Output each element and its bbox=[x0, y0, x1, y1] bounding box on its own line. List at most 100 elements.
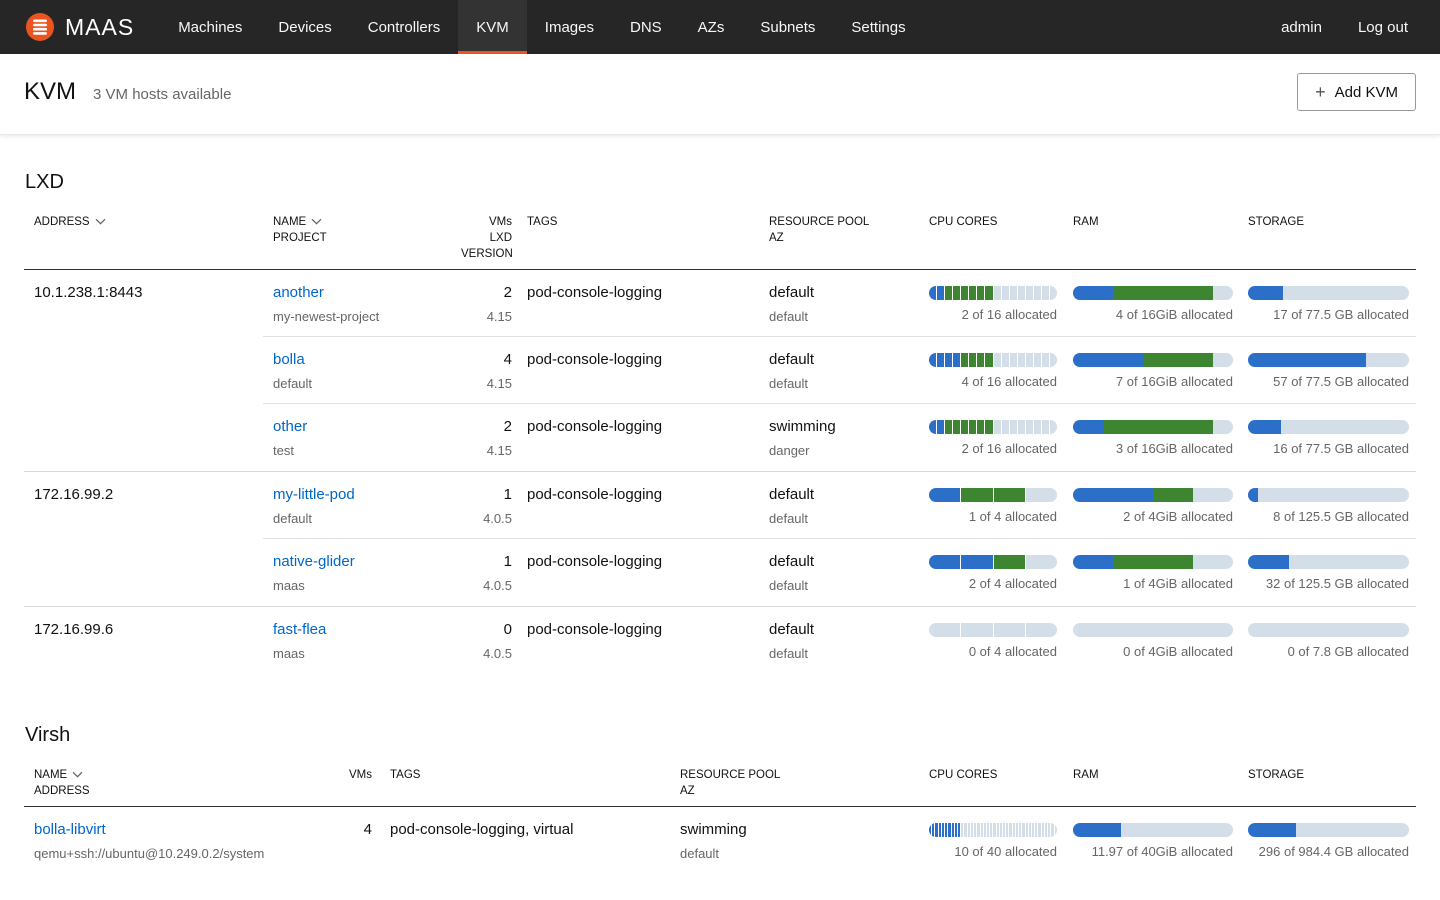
meter-used-fill bbox=[1248, 823, 1297, 837]
column-header-label: RESOURCE POOL bbox=[680, 769, 781, 781]
meter-segment bbox=[951, 823, 954, 837]
resource-pool: default bbox=[769, 621, 815, 638]
meter-segment bbox=[929, 823, 932, 837]
meter-segment bbox=[1009, 420, 1017, 434]
cpu-meter: 2 of 4 allocated bbox=[929, 555, 1057, 593]
meter-segment bbox=[974, 823, 977, 837]
column-header-label: RAM bbox=[1073, 769, 1099, 781]
meter-segment bbox=[1041, 286, 1049, 300]
vm-host-link[interactable]: my-little-pod bbox=[273, 486, 355, 503]
meter-segment bbox=[961, 823, 964, 837]
meter-segment bbox=[953, 420, 961, 434]
meter-segment bbox=[990, 823, 993, 837]
maas-logo[interactable]: MAAS bbox=[0, 0, 160, 54]
storage-allocation-label: 16 of 77.5 GB allocated bbox=[1273, 441, 1409, 456]
storage-meter: 16 of 77.5 GB allocated bbox=[1248, 420, 1409, 458]
ram-meter: 2 of 4GiB allocated bbox=[1073, 488, 1233, 526]
meter-segment bbox=[1044, 823, 1048, 837]
storage-meter-bar bbox=[1248, 286, 1409, 300]
table-row: bolla-libvirt qemu+ssh://ubuntu@10.249.0.… bbox=[24, 807, 1416, 874]
column-header-ram: RAM bbox=[1073, 214, 1248, 230]
nav-item-azs[interactable]: AZs bbox=[680, 0, 743, 54]
meter-segment bbox=[1041, 420, 1049, 434]
nav-item-dns[interactable]: DNS bbox=[612, 0, 680, 54]
ram-allocation-label: 0 of 4GiB allocated bbox=[1123, 644, 1233, 659]
vm-host-link[interactable]: native-glider bbox=[273, 553, 355, 570]
meter-segment bbox=[961, 420, 969, 434]
column-header-label-2: LXD VERSION bbox=[461, 232, 513, 260]
column-header-label: TAGS bbox=[527, 216, 558, 228]
meter-segment bbox=[954, 823, 957, 837]
column-header-label[interactable]: NAME bbox=[273, 214, 322, 230]
column-header-label[interactable]: NAME bbox=[34, 767, 83, 783]
vm-host-link[interactable]: bolla-libvirt bbox=[34, 821, 106, 838]
vm-host-link[interactable]: bolla bbox=[273, 351, 305, 368]
meter-segment bbox=[993, 286, 1001, 300]
host-project: test bbox=[273, 443, 294, 458]
column-header-resource-pool: RESOURCE POOL AZ bbox=[680, 767, 929, 799]
column-header-label-2: ADDRESS bbox=[34, 785, 90, 797]
nav-item-controllers[interactable]: Controllers bbox=[350, 0, 459, 54]
column-header-label: STORAGE bbox=[1248, 769, 1305, 781]
vm-count: 0 bbox=[503, 621, 512, 638]
add-kvm-button-label: Add KVM bbox=[1334, 83, 1398, 101]
column-header-label: RAM bbox=[1073, 216, 1099, 228]
resource-pool: default bbox=[769, 284, 815, 301]
lxd-version: 4.0.5 bbox=[483, 511, 512, 526]
cpu-meter-bar bbox=[929, 420, 1057, 434]
meter-used-fill bbox=[1073, 823, 1121, 837]
meter-segment bbox=[1012, 823, 1015, 837]
cpu-meter: 2 of 16 allocated bbox=[929, 286, 1057, 324]
meter-segment bbox=[929, 555, 961, 569]
host-address: qemu+ssh://ubuntu@10.249.0.2/system bbox=[34, 846, 265, 861]
meter-segment bbox=[1028, 823, 1031, 837]
add-kvm-button[interactable]: + Add KVM bbox=[1297, 73, 1416, 111]
nav-item-settings[interactable]: Settings bbox=[833, 0, 923, 54]
cpu-meter: 1 of 4 allocated bbox=[929, 488, 1057, 526]
meter-used-fill bbox=[1248, 488, 1259, 502]
storage-meter-bar bbox=[1248, 353, 1409, 367]
nav-item-kvm[interactable]: KVM bbox=[458, 0, 527, 54]
ram-meter: 4 of 16GiB allocated bbox=[1073, 286, 1233, 324]
vm-host-link[interactable]: another bbox=[273, 284, 324, 301]
nav-item-log-out[interactable]: Log out bbox=[1340, 0, 1426, 54]
meter-segment bbox=[985, 353, 993, 367]
vm-count: 2 bbox=[503, 418, 512, 435]
meter-segment bbox=[961, 286, 969, 300]
cpu-allocation-label: 10 of 40 allocated bbox=[954, 844, 1057, 859]
meter-segment bbox=[967, 823, 970, 837]
vm-host-link[interactable]: fast-flea bbox=[273, 621, 326, 638]
storage-allocation-label: 57 of 77.5 GB allocated bbox=[1273, 374, 1409, 389]
column-header-cpu-cores: CPU CORES bbox=[929, 214, 1073, 230]
meter-segment bbox=[1003, 823, 1006, 837]
meter-used-fill bbox=[1073, 286, 1113, 300]
ram-meter-bar bbox=[1073, 623, 1233, 637]
vm-count: 1 bbox=[503, 486, 512, 503]
column-header-label[interactable]: ADDRESS bbox=[34, 214, 106, 230]
ram-allocation-label: 2 of 4GiB allocated bbox=[1123, 509, 1233, 524]
meter-segment bbox=[1017, 420, 1025, 434]
host-tags: pod-console-logging bbox=[527, 418, 663, 435]
ram-meter-bar bbox=[1073, 420, 1233, 434]
meter-segment bbox=[1006, 823, 1009, 837]
meter-segment bbox=[1001, 286, 1009, 300]
nav-item-admin[interactable]: admin bbox=[1263, 0, 1340, 54]
vm-host-name: bolla bbox=[273, 350, 461, 370]
meter-segment bbox=[1048, 823, 1051, 837]
storage-meter: 17 of 77.5 GB allocated bbox=[1248, 286, 1409, 324]
meter-segment bbox=[999, 823, 1003, 837]
vm-count: 2 bbox=[503, 284, 512, 301]
nav-item-machines[interactable]: Machines bbox=[160, 0, 260, 54]
meter-segment bbox=[1033, 286, 1041, 300]
ram-meter-bar bbox=[1073, 823, 1233, 837]
table-row: 10.1.238.1:8443 another my-newest-project 2… bbox=[24, 270, 1416, 337]
vm-host-link[interactable]: other bbox=[273, 418, 307, 435]
nav-item-images[interactable]: Images bbox=[527, 0, 612, 54]
nav-item-devices[interactable]: Devices bbox=[260, 0, 349, 54]
column-header-name: NAME PROJECT bbox=[263, 214, 461, 246]
meter-segment bbox=[1025, 488, 1057, 502]
meter-segment bbox=[993, 555, 1025, 569]
meter-segment bbox=[937, 286, 945, 300]
ram-meter-bar bbox=[1073, 555, 1233, 569]
nav-item-subnets[interactable]: Subnets bbox=[742, 0, 833, 54]
